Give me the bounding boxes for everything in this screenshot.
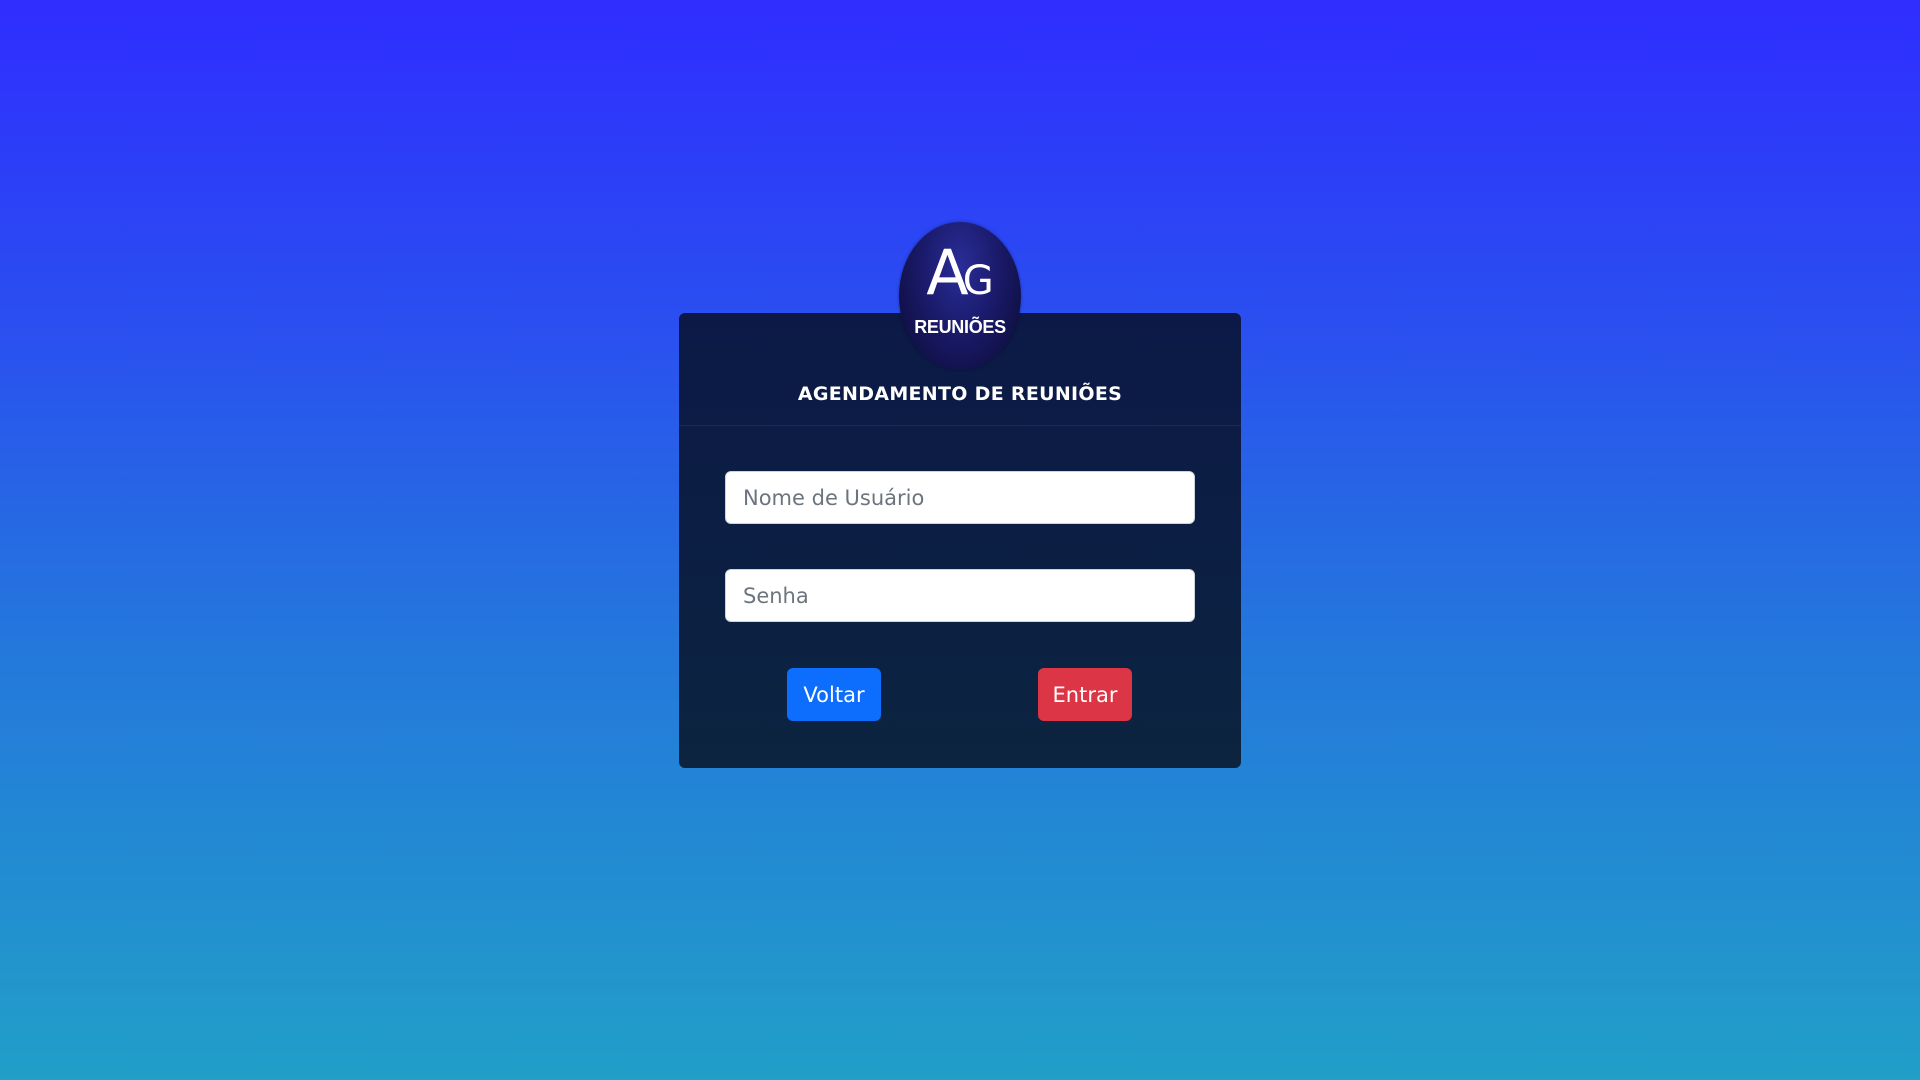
logo-letter-g: G (962, 258, 994, 304)
enter-button[interactable]: Entrar (1038, 668, 1132, 721)
login-card: AGENDAMENTO DE REUNIÕES Voltar Entrar (679, 313, 1241, 768)
page-title: AGENDAMENTO DE REUNIÕES (797, 383, 1123, 405)
logo-subtitle: REUNIÕES (914, 317, 1006, 337)
password-input[interactable] (725, 569, 1195, 622)
app-logo: AG REUNIÕES (899, 222, 1021, 370)
logo-letters: AG (899, 242, 1021, 304)
username-input[interactable] (725, 471, 1195, 524)
back-button[interactable]: Voltar (787, 668, 881, 721)
